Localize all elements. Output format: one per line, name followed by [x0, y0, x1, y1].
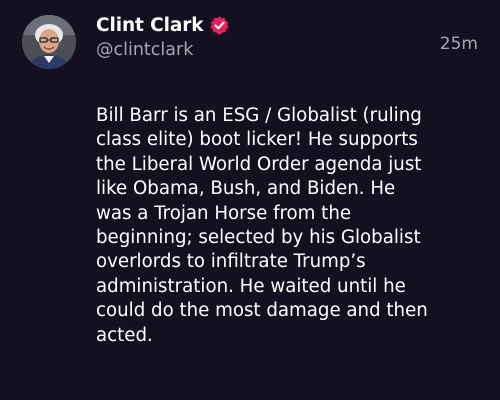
author-name-row: Clint Clark — [96, 12, 230, 38]
avatar[interactable] — [22, 15, 76, 69]
author-handle[interactable]: @clintclark — [96, 40, 193, 60]
post-body-text: Bill Barr is an ESG / Globalist (ruling … — [96, 105, 428, 346]
avatar-image — [22, 15, 76, 69]
author-display-name[interactable]: Clint Clark — [96, 15, 204, 36]
post-timestamp[interactable]: 25m — [440, 34, 478, 54]
verified-badge-icon — [209, 15, 230, 36]
post: Clint Clark @clintclark 25m Bill Barr is… — [0, 0, 500, 400]
